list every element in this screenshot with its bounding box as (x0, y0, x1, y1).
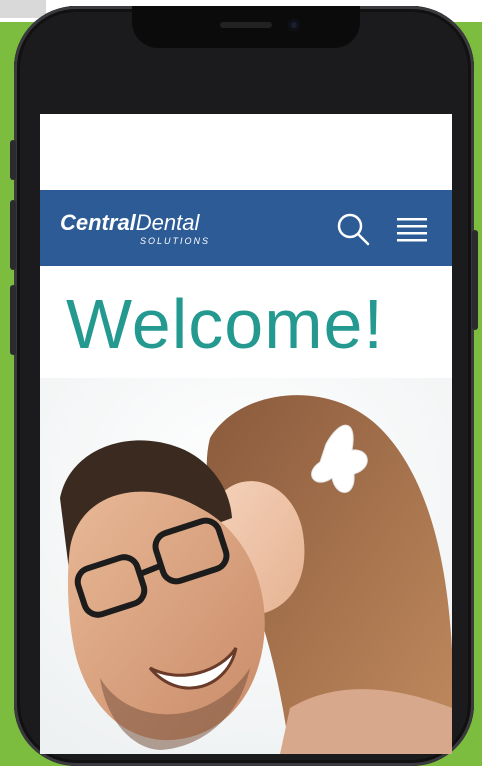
logo-subtitle: SOLUTIONS (140, 236, 211, 246)
search-icon[interactable] (336, 212, 370, 246)
logo-regular-text: Dental (135, 210, 200, 235)
phone-screen: CentralDental SOLUTIONS Welcome! (40, 114, 452, 754)
hero-photo (40, 378, 452, 754)
phone-notch (132, 6, 360, 48)
phone-frame: CentralDental SOLUTIONS Welcome! (14, 6, 474, 766)
site-logo[interactable]: CentralDental SOLUTIONS (60, 210, 208, 246)
phone-volume-up (10, 200, 16, 270)
phone-power-button (472, 230, 478, 330)
welcome-heading: Welcome! (66, 285, 384, 363)
hamburger-menu-icon[interactable] (396, 216, 428, 244)
logo-wordmark: CentralDental (60, 210, 199, 236)
phone-volume-down (10, 285, 16, 355)
phone-side-button (10, 140, 16, 180)
front-camera (288, 19, 300, 31)
speaker-grille (220, 22, 272, 28)
logo-bold-text: Central (60, 210, 136, 235)
site-header: CentralDental SOLUTIONS (40, 190, 452, 266)
corner-tab (0, 0, 46, 18)
